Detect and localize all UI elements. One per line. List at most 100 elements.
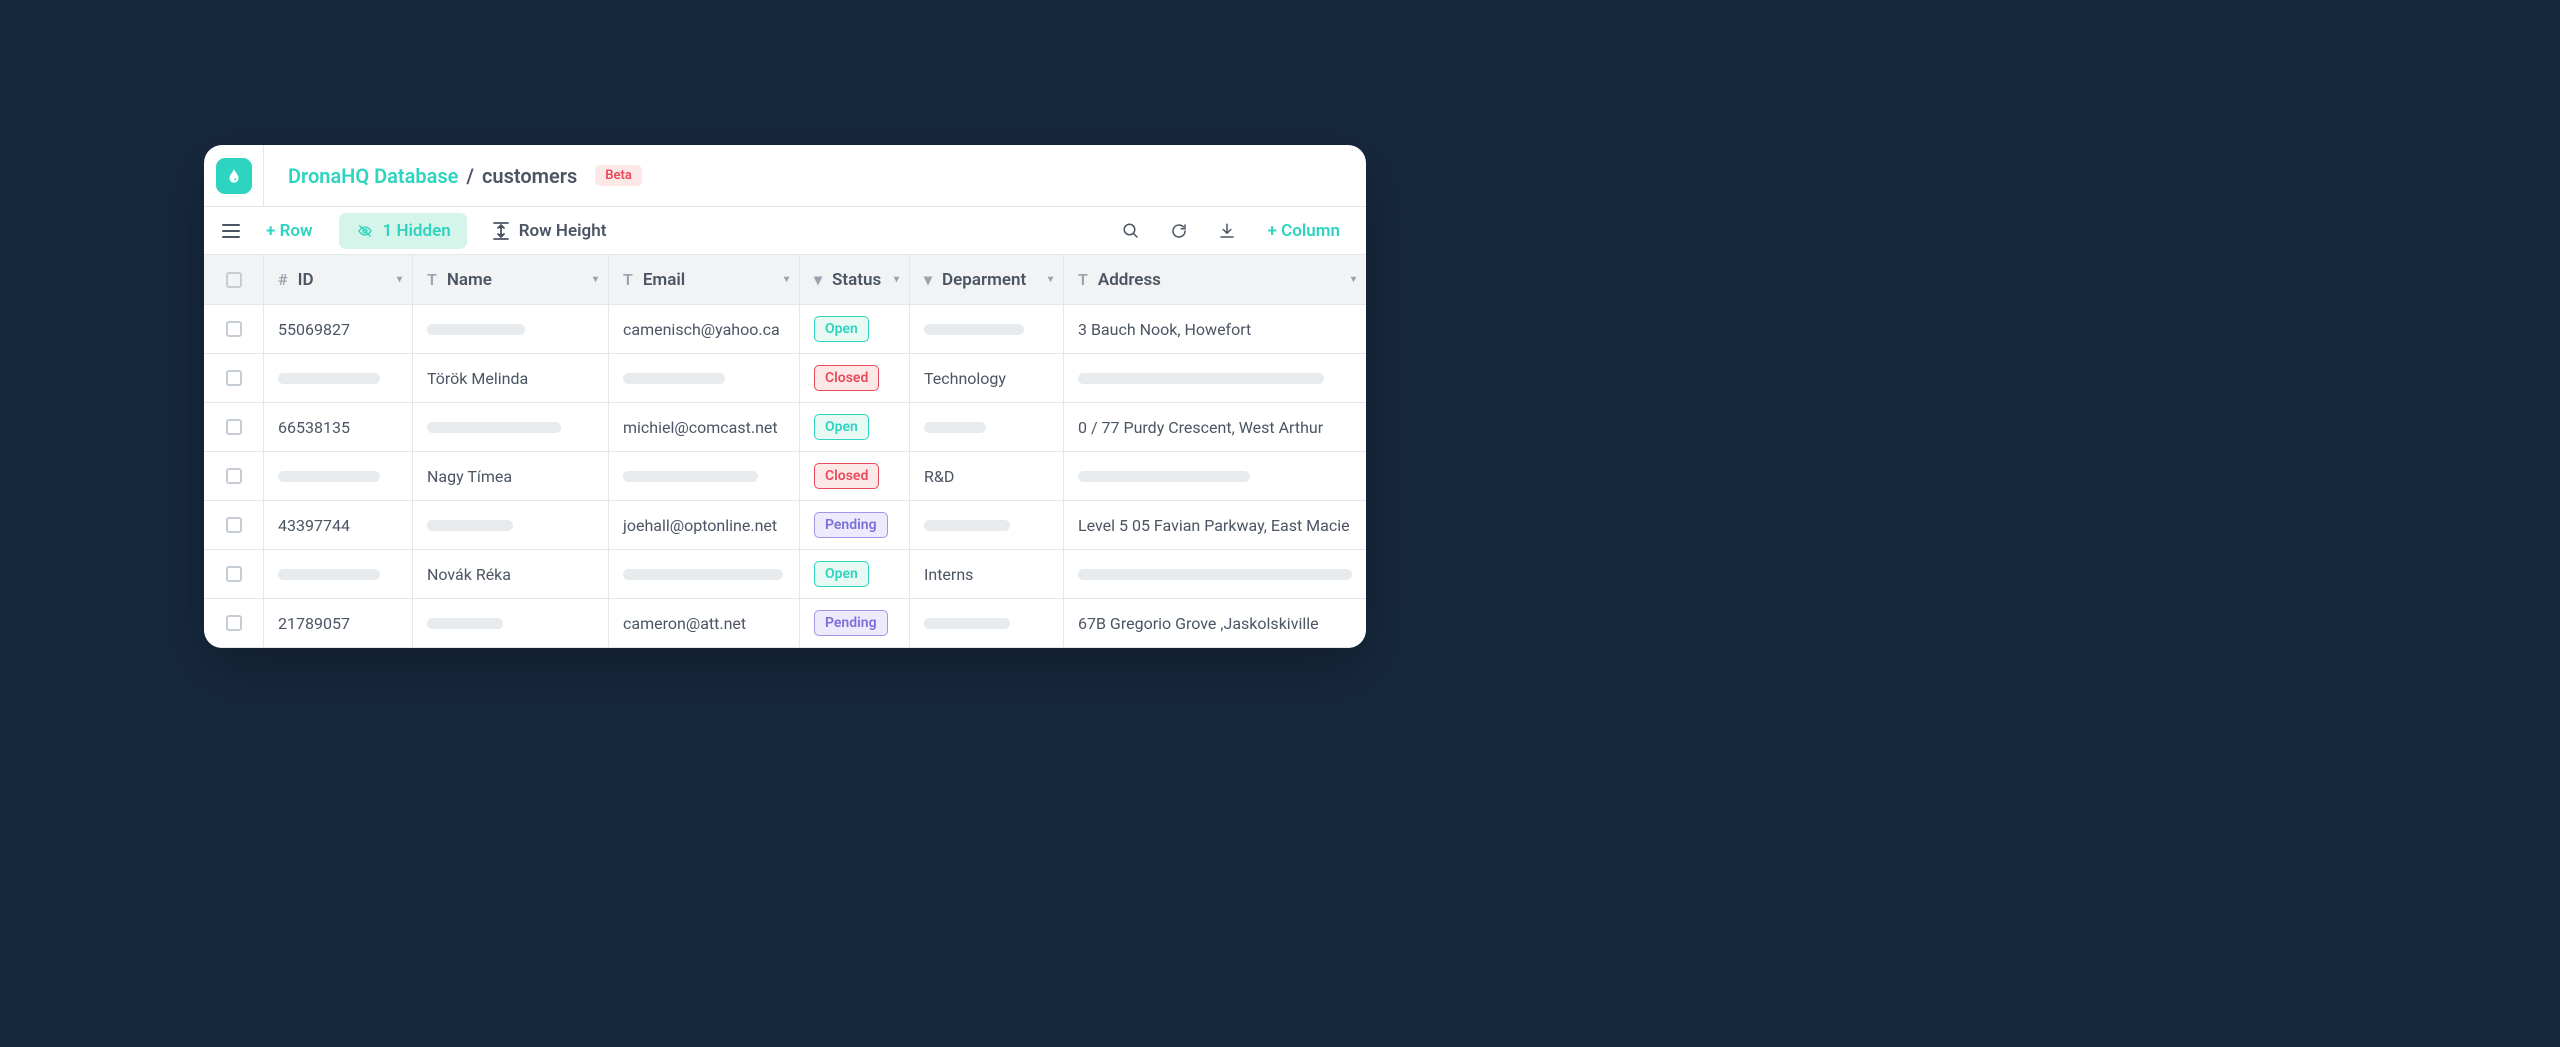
status-badge: Pending — [814, 512, 888, 538]
row-select[interactable] — [204, 550, 264, 598]
table-row[interactable]: Novák Réka OpenInterns — [204, 550, 1366, 599]
breadcrumb-database[interactable]: DronaHQ Database — [288, 164, 458, 188]
cell-address[interactable] — [1064, 354, 1366, 402]
cell-status[interactable]: Closed — [800, 354, 910, 402]
cell-name[interactable] — [413, 599, 609, 647]
titlebar: DronaHQ Database / customers Beta — [204, 145, 1366, 207]
cell-address[interactable] — [1064, 452, 1366, 500]
text-type-icon: T — [623, 270, 633, 289]
cell-email[interactable] — [609, 452, 800, 500]
table-row[interactable]: 43397744 joehall@optonline.net Pending Leve… — [204, 501, 1366, 550]
header-select-all[interactable] — [204, 255, 264, 304]
row-select[interactable] — [204, 452, 264, 500]
column-header-id[interactable]: #ID▾ — [264, 255, 413, 304]
cell-status[interactable]: Open — [800, 403, 910, 451]
column-header-email[interactable]: T Email ▾ — [609, 255, 800, 304]
skeleton-placeholder — [924, 324, 1024, 335]
cell-status[interactable]: Open — [800, 305, 910, 353]
checkbox-icon — [226, 468, 242, 484]
cell-address[interactable]: Level 5 05 Favian Parkway, East Macie — [1064, 501, 1366, 549]
checkbox-icon — [226, 321, 242, 337]
cell-department[interactable] — [910, 305, 1064, 353]
cell-department[interactable] — [910, 599, 1064, 647]
menu-button[interactable] — [222, 224, 240, 238]
app-window: DronaHQ Database / customers Beta + Row … — [204, 145, 1366, 648]
column-header-address[interactable]: TAddress▾ — [1064, 255, 1366, 304]
chevron-down-icon: ▾ — [593, 274, 598, 285]
skeleton-placeholder — [623, 471, 758, 482]
breadcrumb-table[interactable]: customers — [482, 164, 577, 188]
cell-status[interactable]: Pending — [800, 599, 910, 647]
cell-id[interactable] — [264, 550, 413, 598]
table-row[interactable]: Török Melinda Closed Technology — [204, 354, 1366, 403]
column-label: Email — [643, 270, 685, 290]
row-select[interactable] — [204, 403, 264, 451]
download-button[interactable] — [1212, 216, 1242, 246]
cell-name[interactable]: Nagy Tímea — [413, 452, 609, 500]
select-type-icon: ▾ — [924, 270, 932, 289]
table-row[interactable]: Nagy Tímea ClosedR&D — [204, 452, 1366, 501]
status-badge: Pending — [814, 610, 888, 636]
row-select[interactable] — [204, 305, 264, 353]
cell-department[interactable]: Interns — [910, 550, 1064, 598]
app-logo[interactable] — [216, 158, 252, 194]
cell-status[interactable]: Open — [800, 550, 910, 598]
cell-id[interactable]: 43397744 — [264, 501, 413, 549]
cell-name[interactable]: Novák Réka — [413, 550, 609, 598]
search-button[interactable] — [1116, 216, 1146, 246]
text-type-icon: T — [427, 270, 437, 289]
cell-email[interactable]: cameron@att.net — [609, 599, 800, 647]
checkbox-icon — [226, 272, 242, 288]
checkbox-icon — [226, 419, 242, 435]
cell-id[interactable]: 55069827 — [264, 305, 413, 353]
hamburger-icon — [222, 224, 240, 238]
cell-status[interactable]: Closed — [800, 452, 910, 500]
cell-email[interactable]: joehall@optonline.net — [609, 501, 800, 549]
table-row[interactable]: 21789057 cameron@att.net Pending 67B Gregor… — [204, 599, 1366, 648]
cell-address[interactable]: 0 / 77 Purdy Crescent, West Arthur — [1064, 403, 1366, 451]
row-select[interactable] — [204, 354, 264, 402]
cell-department[interactable]: Technology — [910, 354, 1064, 402]
add-column-button[interactable]: + Column — [1260, 215, 1348, 247]
add-row-button[interactable]: + Row — [258, 215, 321, 247]
row-select[interactable] — [204, 599, 264, 647]
status-badge: Closed — [814, 365, 879, 391]
cell-email[interactable]: michiel@comcast.net — [609, 403, 800, 451]
row-select[interactable] — [204, 501, 264, 549]
cell-name[interactable] — [413, 305, 609, 353]
cell-address[interactable]: 3 Bauch Nook, Howefort — [1064, 305, 1366, 353]
status-badge: Open — [814, 316, 869, 342]
table-row[interactable]: 55069827 camenisch@yahoo.ca Open 3 Bauch No… — [204, 305, 1366, 354]
skeleton-placeholder — [427, 520, 513, 531]
cell-status[interactable]: Pending — [800, 501, 910, 549]
table-row[interactable]: 66538135 michiel@comcast.netOpen 0 / 77 Pu… — [204, 403, 1366, 452]
cell-email[interactable] — [609, 550, 800, 598]
skeleton-placeholder — [427, 618, 503, 629]
cell-id[interactable]: 66538135 — [264, 403, 413, 451]
hidden-columns-button[interactable]: 1 Hidden — [339, 213, 467, 249]
cell-department[interactable] — [910, 501, 1064, 549]
cell-department[interactable] — [910, 403, 1064, 451]
chevron-down-icon: ▾ — [784, 274, 789, 285]
column-header-department[interactable]: ▾Deparment▾ — [910, 255, 1064, 304]
column-header-name[interactable]: TName▾ — [413, 255, 609, 304]
refresh-button[interactable] — [1164, 216, 1194, 246]
cell-email[interactable]: camenisch@yahoo.ca — [609, 305, 800, 353]
column-header-status[interactable]: ▾Status▾ — [800, 255, 910, 304]
cell-address[interactable] — [1064, 550, 1366, 598]
column-label: Address — [1098, 270, 1161, 290]
cell-id[interactable] — [264, 354, 413, 402]
cell-id[interactable] — [264, 452, 413, 500]
drop-icon — [225, 167, 243, 185]
cell-name[interactable]: Török Melinda — [413, 354, 609, 402]
checkbox-icon — [226, 615, 242, 631]
cell-id[interactable]: 21789057 — [264, 599, 413, 647]
cell-name[interactable] — [413, 501, 609, 549]
cell-department[interactable]: R&D — [910, 452, 1064, 500]
cell-address[interactable]: 67B Gregorio Grove ,Jaskolskiville — [1064, 599, 1366, 647]
row-height-button[interactable]: Row Height — [485, 215, 615, 247]
checkbox-icon — [226, 566, 242, 582]
chevron-down-icon: ▾ — [397, 274, 402, 285]
cell-name[interactable] — [413, 403, 609, 451]
cell-email[interactable] — [609, 354, 800, 402]
